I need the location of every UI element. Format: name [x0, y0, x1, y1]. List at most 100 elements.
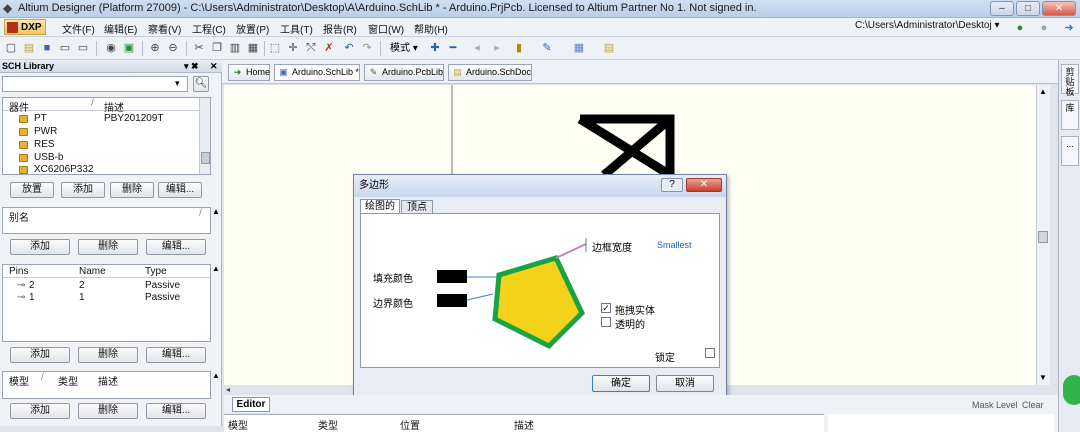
place-button[interactable]: 放置: [10, 182, 54, 198]
report-icon[interactable]: ▤: [602, 41, 616, 55]
mask-level-button[interactable]: Mask Level: [972, 400, 1018, 410]
menu-edit[interactable]: 编辑(E): [104, 21, 137, 36]
tab-graphical[interactable]: 绘图的: [360, 199, 400, 214]
drawing-tools-icon[interactable]: ✎: [540, 41, 554, 55]
list-item[interactable]: RES: [19, 139, 199, 151]
menu-place[interactable]: 放置(P): [236, 21, 269, 36]
floating-status-badge[interactable]: [1063, 375, 1080, 405]
col-model[interactable]: 模型: [228, 417, 248, 432]
add-pin-button[interactable]: 添加: [10, 347, 70, 363]
tab-home[interactable]: ➜ Home: [228, 64, 270, 81]
delete-component-button[interactable]: 删除: [110, 182, 154, 198]
panel-close-icon[interactable]: ✕: [210, 60, 218, 73]
menu-window[interactable]: 窗口(W): [368, 21, 404, 36]
path-dropdown[interactable]: C:\Users\Administrator\Desktoj ▾: [855, 20, 1007, 35]
scroll-left-icon[interactable]: ◂: [226, 385, 230, 394]
col-description[interactable]: 描述: [514, 417, 534, 432]
lock-checkbox[interactable]: [705, 348, 715, 358]
magnifier-button[interactable]: 🔍︎: [193, 76, 209, 92]
delete-pin-button[interactable]: 删除: [78, 347, 138, 363]
tab-arduino-schdoc[interactable]: ▤ Arduino.SchDoc: [448, 64, 532, 81]
menu-help[interactable]: 帮助(H): [414, 21, 448, 36]
tab-arduino-schlib[interactable]: ▣ Arduino.SchLib *: [274, 64, 360, 81]
list-item[interactable]: PT PBY201209T: [19, 113, 199, 125]
add-component-button[interactable]: 添加: [61, 182, 105, 198]
mode-dropdown[interactable]: 模式 ▾: [386, 40, 422, 56]
add-part-icon[interactable]: ✚: [428, 41, 442, 55]
menu-project[interactable]: 工程(C): [192, 21, 226, 36]
edit-alias-button[interactable]: 编辑...: [146, 239, 206, 255]
col-description[interactable]: 描述: [104, 99, 124, 114]
copy-icon[interactable]: ❐: [210, 41, 224, 55]
list-item[interactable]: USB-b: [19, 152, 199, 164]
transparent-checkbox[interactable]: [601, 317, 611, 327]
select-area-icon[interactable]: ⬚: [268, 41, 282, 55]
zoom-out-icon[interactable]: ⊖: [166, 41, 180, 55]
ok-button[interactable]: 确定: [592, 375, 650, 392]
components-scrollbar[interactable]: [199, 98, 210, 174]
clear-filter-icon[interactable]: ✗: [322, 41, 336, 55]
menu-reports[interactable]: 报告(R): [323, 21, 357, 36]
col-pin-type[interactable]: Type: [145, 266, 167, 277]
menu-view[interactable]: 察看(V): [148, 21, 181, 36]
open-device-icon[interactable]: ◉: [104, 41, 118, 55]
redo-icon[interactable]: ↷: [360, 41, 374, 55]
col-pins[interactable]: Pins: [9, 266, 28, 277]
open-folder-icon[interactable]: ▤: [22, 41, 36, 55]
save-icon[interactable]: ■: [40, 41, 54, 55]
table-row[interactable]: ⊸ 1 1 Passive: [17, 292, 207, 304]
dialog-close-button[interactable]: ✕: [686, 178, 722, 192]
next-part-icon[interactable]: ▸: [490, 41, 504, 55]
browse-components-icon[interactable]: ▣: [122, 41, 136, 55]
list-item[interactable]: PWR: [19, 126, 199, 138]
tools-icon[interactable]: ▮: [512, 41, 526, 55]
undo-icon[interactable]: ↶: [342, 41, 356, 55]
previous-part-icon[interactable]: ◂: [470, 41, 484, 55]
scrollbar-thumb[interactable]: [1038, 231, 1048, 243]
add-model-button[interactable]: 添加: [10, 403, 70, 419]
side-tab-clipboard[interactable]: 剪贴板: [1061, 64, 1079, 97]
print-icon[interactable]: ▭: [58, 41, 72, 55]
home-nav-icon[interactable]: ➜: [1062, 21, 1076, 35]
delete-alias-button[interactable]: 删除: [78, 239, 138, 255]
move-icon[interactable]: ✛: [286, 41, 300, 55]
back-nav-icon[interactable]: ●: [1013, 21, 1027, 35]
deselect-icon[interactable]: ⤲: [304, 41, 318, 55]
edit-pin-button[interactable]: 编辑...: [146, 347, 206, 363]
col-model[interactable]: 模型: [9, 373, 29, 388]
list-item[interactable]: XC6206P332: [19, 164, 199, 176]
cancel-button[interactable]: 取消: [656, 375, 714, 392]
collapse-icon[interactable]: ▲: [212, 371, 220, 380]
side-tab-more[interactable]: ...: [1061, 136, 1079, 166]
rubber-stamp-icon[interactable]: ▦: [246, 41, 260, 55]
draw-solid-checkbox[interactable]: ✓: [601, 303, 611, 313]
tab-editor[interactable]: Editor: [232, 397, 270, 412]
library-filter-input[interactable]: ▾: [2, 76, 188, 92]
side-tab-library[interactable]: 库: [1061, 100, 1079, 130]
add-alias-button[interactable]: 添加: [10, 239, 70, 255]
collapse-icon[interactable]: ▲: [212, 207, 220, 216]
menu-file[interactable]: 文件(F): [62, 21, 95, 36]
maximize-button[interactable]: □: [1016, 1, 1040, 16]
col-type[interactable]: 类型: [318, 417, 338, 432]
edit-component-button[interactable]: 编辑...: [158, 182, 202, 198]
scroll-up-icon[interactable]: ▲: [1039, 87, 1047, 96]
help-button[interactable]: ?: [661, 178, 683, 192]
delete-model-button[interactable]: 删除: [78, 403, 138, 419]
col-model-desc[interactable]: 描述: [98, 373, 118, 388]
forward-nav-icon[interactable]: ●: [1037, 21, 1051, 35]
minimize-button[interactable]: –: [990, 1, 1014, 16]
cut-icon[interactable]: ✂: [192, 41, 206, 55]
tab-vertices[interactable]: 顶点: [401, 200, 433, 214]
border-width-value[interactable]: Smallest: [657, 240, 692, 250]
scrollbar-thumb[interactable]: [201, 152, 210, 164]
scroll-down-icon[interactable]: ▼: [1039, 373, 1047, 382]
remove-part-icon[interactable]: ━: [446, 41, 460, 55]
filter-dropdown-icon[interactable]: ▾: [175, 78, 180, 89]
vertical-scrollbar[interactable]: ▲ ▼: [1036, 85, 1050, 385]
col-location[interactable]: 位置: [400, 417, 420, 432]
clear-button[interactable]: Clear: [1022, 400, 1044, 410]
new-document-icon[interactable]: ▢: [4, 41, 18, 55]
menu-tools[interactable]: 工具(T): [280, 21, 313, 36]
panel-menu-icon[interactable]: ▾ ✖: [184, 60, 199, 73]
